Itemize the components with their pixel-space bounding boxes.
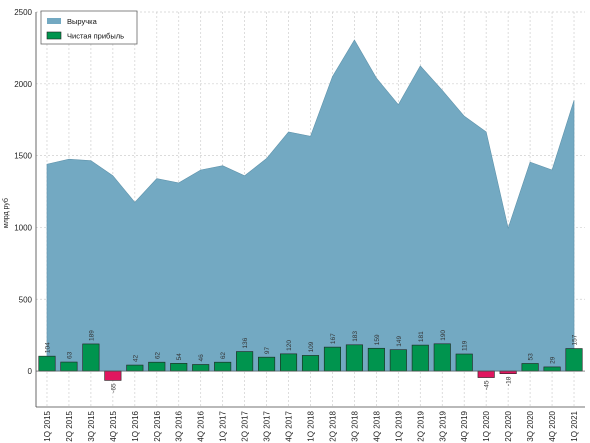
profit-bar	[258, 356, 276, 372]
profit-bar	[543, 366, 561, 372]
profit-bar	[38, 355, 56, 372]
y-tick-label: 2500	[14, 8, 32, 17]
profit-value-label: 104	[44, 342, 51, 353]
x-tick-label: 1Q 2018	[307, 410, 316, 441]
profit-value-label: 42	[132, 354, 139, 362]
y-tick-label: 2000	[14, 80, 32, 89]
x-tick-label: 1Q 2017	[219, 410, 228, 441]
profit-bar	[60, 361, 78, 372]
profit-bar	[389, 349, 407, 372]
profit-value-label: 119	[462, 340, 469, 351]
profit-value-label: 53	[528, 353, 535, 361]
x-tick-label: 2Q 2020	[504, 410, 513, 441]
y-axis-label: млрд руб	[2, 198, 10, 228]
profit-bar	[499, 370, 517, 374]
x-tick-label: 3Q 2017	[263, 410, 272, 441]
profit-bar	[170, 363, 188, 372]
profit-value-label: -18	[506, 376, 513, 386]
profit-bar	[477, 370, 495, 378]
profit-value-label: 120	[286, 340, 293, 351]
x-tick-label: 3Q 2019	[438, 410, 447, 441]
profit-value-label: 167	[330, 333, 337, 344]
chart: 104 63 189 -65 42 62 54 46 62 136 97 120 109 167 183 15…	[2, 8, 585, 442]
profit-bar	[433, 343, 451, 372]
profit-bar	[455, 353, 473, 372]
y-tick-label: 1500	[14, 152, 32, 161]
legend-label-profit: Чистая прибыль	[67, 32, 124, 41]
x-tick-label: 4Q 2015	[109, 410, 118, 441]
profit-value-label: 46	[198, 354, 205, 362]
profit-bar	[280, 353, 298, 372]
profit-value-label: -65	[110, 383, 117, 393]
profit-bar	[367, 347, 385, 372]
legend: Выручка Чистая прибыль	[40, 10, 138, 45]
profit-value-label: 29	[550, 356, 557, 364]
x-tick-label: 1Q 2021	[570, 410, 579, 441]
y-tick-label: 500	[19, 295, 33, 304]
profit-value-label: 183	[352, 331, 359, 342]
profit-bar	[148, 361, 166, 372]
profit-bar	[301, 355, 320, 372]
profit-bar	[565, 348, 583, 372]
x-tick-label: 1Q 2015	[43, 410, 52, 441]
x-tick-label: 3Q 2018	[350, 410, 359, 441]
x-tick-label: 4Q 2016	[197, 410, 206, 441]
x-tick-label: 2Q 2017	[241, 410, 250, 441]
profit-bar	[192, 364, 210, 372]
profit-value-label: 181	[418, 331, 425, 342]
y-tick-label: 1000	[14, 223, 32, 232]
profit-value-label: 54	[176, 353, 183, 361]
profit-value-label: 149	[396, 335, 403, 346]
profit-value-label: 190	[440, 330, 447, 341]
profit-value-label: 62	[220, 352, 227, 360]
x-tick-label: 4Q 2020	[548, 410, 557, 441]
profit-value-label: 157	[572, 334, 579, 345]
profit-bar	[236, 351, 254, 372]
x-tick-label: 1Q 2019	[394, 410, 403, 441]
profit-value-label: -45	[484, 380, 491, 390]
profit-value-label: 109	[308, 341, 315, 352]
profit-bar	[82, 343, 100, 372]
x-tick-label: 2Q 2019	[416, 410, 425, 441]
profit-bar	[323, 346, 341, 372]
profit-bar	[411, 344, 429, 372]
profit-value-label: 136	[242, 337, 249, 348]
profit-value-label: 63	[66, 351, 73, 359]
profit-value-label: 97	[264, 347, 271, 355]
x-tick-label: 1Q 2016	[131, 410, 140, 441]
x-tick-label: 4Q 2018	[372, 410, 381, 441]
x-tick-label: 4Q 2019	[460, 410, 469, 441]
legend-swatch-revenue	[47, 18, 61, 24]
profit-bar	[214, 361, 232, 372]
profit-bar	[521, 363, 539, 372]
profit-value-label: 62	[154, 352, 161, 360]
x-tick-label: 2Q 2018	[328, 410, 337, 441]
profit-bar	[126, 364, 144, 372]
x-tick-label: 3Q 2016	[175, 410, 184, 441]
x-tick-label: 3Q 2015	[87, 410, 96, 441]
profit-bar	[104, 370, 122, 381]
y-tick-label: 0	[28, 367, 33, 376]
profit-value-label: 189	[88, 330, 95, 341]
x-tick-label: 2Q 2015	[65, 410, 74, 441]
x-tick-label: 2Q 2016	[153, 410, 162, 441]
x-tick-label: 4Q 2017	[285, 410, 294, 441]
legend-label-revenue: Выручка	[67, 17, 98, 26]
legend-swatch-profit	[46, 31, 62, 40]
x-tick-label: 1Q 2020	[482, 410, 491, 441]
profit-bar	[345, 344, 363, 372]
x-tick-label: 3Q 2020	[526, 410, 535, 441]
profit-value-label: 159	[374, 334, 381, 345]
